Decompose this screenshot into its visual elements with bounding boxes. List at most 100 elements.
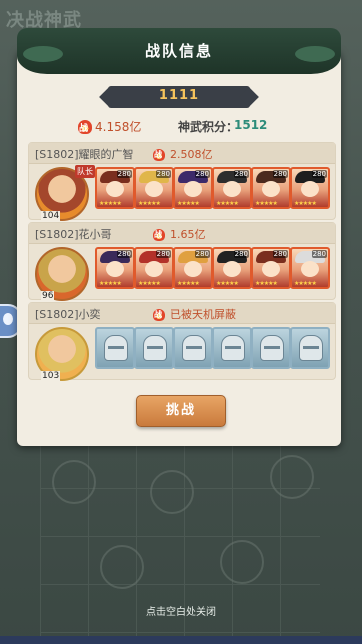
member-power-value: 2.508亿 [170,148,213,161]
close-hint[interactable]: 点击空白处关闭 [0,603,362,618]
hero-card[interactable]: 280 ★★★★★ [173,167,213,209]
member-name: [S1802]耀眼的广智 [35,148,134,161]
hero-level: 280 [272,250,288,258]
member-card: [S1802]花小哥 1.65亿 96 280 ★★★★★ 280 ★★★★★ 280 ★… [28,222,336,301]
team-name-banner: 1111 [108,86,250,108]
hero-face [184,181,202,197]
hidden-hero-helmet-icon [95,327,135,369]
hero-card[interactable]: 280 ★★★★★ [290,167,330,209]
helmet-icon [143,335,167,361]
background-avatar [52,460,96,504]
hero-face [106,261,124,277]
hero-lineup-hidden [95,327,331,369]
hero-level: 280 [272,170,288,178]
hero-level: 280 [116,250,132,258]
hero-level: 280 [233,250,249,258]
dialog-header: 战队信息 [17,28,341,74]
hero-face [223,181,241,197]
challenge-button[interactable]: 挑战 [136,395,226,427]
leader-avatar[interactable]: 队长 104 [35,165,95,221]
hero-stars: ★★★★★ [99,200,122,207]
helmet-icon [260,335,284,361]
member-header: [S1802]耀眼的广智 2.508亿 [29,143,335,164]
hero-level: 280 [311,250,327,258]
hero-card[interactable]: 280 ★★★★★ [212,247,252,289]
hero-level: 280 [194,170,210,178]
hero-lineup: 280 ★★★★★ 280 ★★★★★ 280 ★★★★★ 280 ★★★★★ 280 ★★★★★… [95,167,331,209]
hero-face [184,261,202,277]
hero-level: 280 [311,170,327,178]
helmet-icon [299,335,323,361]
hero-face [106,181,124,197]
hero-stars: ★★★★★ [294,280,317,287]
hero-card[interactable]: 280 ★★★★★ [95,167,135,209]
helmet-icon [182,335,206,361]
hidden-hero-helmet-icon [290,327,330,369]
hero-face [262,261,280,277]
hero-stars: ★★★★★ [255,200,278,207]
team-stats: 4.158亿 神武积分： 1512 [78,118,318,136]
hero-face [223,261,241,277]
member-header: [S1802]小奕 已被天机屏蔽 [29,303,335,324]
hero-card[interactable]: 280 ★★★★★ [290,247,330,289]
hero-level: 280 [155,170,171,178]
power-icon [78,119,92,134]
leader-avatar[interactable]: 96 [35,247,89,301]
score-label: 神武积分： [178,120,239,134]
hero-stars: ★★★★★ [216,200,239,207]
hero-level: 280 [155,250,171,258]
hero-face [301,181,319,197]
leader-avatar[interactable]: 103 [35,327,89,381]
background-avatar [270,455,314,499]
mascot-icon [3,313,13,325]
hero-level: 280 [233,170,249,178]
hero-card[interactable]: 280 ★★★★★ [134,167,174,209]
power-icon [153,309,165,321]
leader-level: 103 [41,371,61,381]
member-card: [S1802]耀眼的广智 2.508亿 队长 104 280 ★★★★★ 280 ★★… [28,142,336,221]
hero-card[interactable]: 280 ★★★★★ [95,247,135,289]
hero-stars: ★★★★★ [138,200,161,207]
hero-stars: ★★★★★ [177,200,200,207]
power-icon [153,229,165,241]
score-value: 1512 [234,118,268,132]
hero-stars: ★★★★★ [99,280,122,287]
power-icon [153,149,165,161]
hero-level: 280 [194,250,210,258]
team-name: 1111 [158,88,200,103]
member-card: [S1802]小奕 已被天机屏蔽 103 [28,302,336,381]
member-power: 2.508亿 [153,146,213,162]
hero-level: 280 [116,170,132,178]
hero-stars: ★★★★★ [255,280,278,287]
hero-card[interactable]: 280 ★★★★★ [251,167,291,209]
helmet-icon [104,335,128,361]
background-avatar [150,470,194,514]
hidden-hero-helmet-icon [173,327,213,369]
hidden-hero-helmet-icon [212,327,252,369]
hero-face [301,261,319,277]
hero-stars: ★★★★★ [294,200,317,207]
hero-lineup: 280 ★★★★★ 280 ★★★★★ 280 ★★★★★ 280 ★★★★★ 280 ★★★★★… [95,247,331,289]
hero-card[interactable]: 280 ★★★★★ [212,167,252,209]
hero-face [262,181,280,197]
captain-badge: 队长 [75,165,95,178]
hidden-hero-helmet-icon [134,327,174,369]
background-avatar [220,540,264,584]
hero-stars: ★★★★★ [177,280,200,287]
member-status-text: 已被天机屏蔽 [170,308,236,321]
hero-stars: ★★★★★ [216,280,239,287]
member-power-value: 1.65亿 [170,228,206,241]
team-power: 4.158亿 [95,120,142,134]
hero-card[interactable]: 280 ★★★★★ [251,247,291,289]
member-power: 1.65亿 [153,226,206,242]
hero-card[interactable]: 280 ★★★★★ [173,247,213,289]
hero-face [145,181,163,197]
member-status: 已被天机屏蔽 [153,306,236,322]
helmet-icon [221,335,245,361]
hero-stars: ★★★★★ [138,280,161,287]
leader-level: 104 [41,211,61,221]
hero-card[interactable]: 280 ★★★★★ [134,247,174,289]
member-name: [S1802]花小哥 [35,228,112,241]
hero-face [145,261,163,277]
member-name: [S1802]小奕 [35,308,101,321]
